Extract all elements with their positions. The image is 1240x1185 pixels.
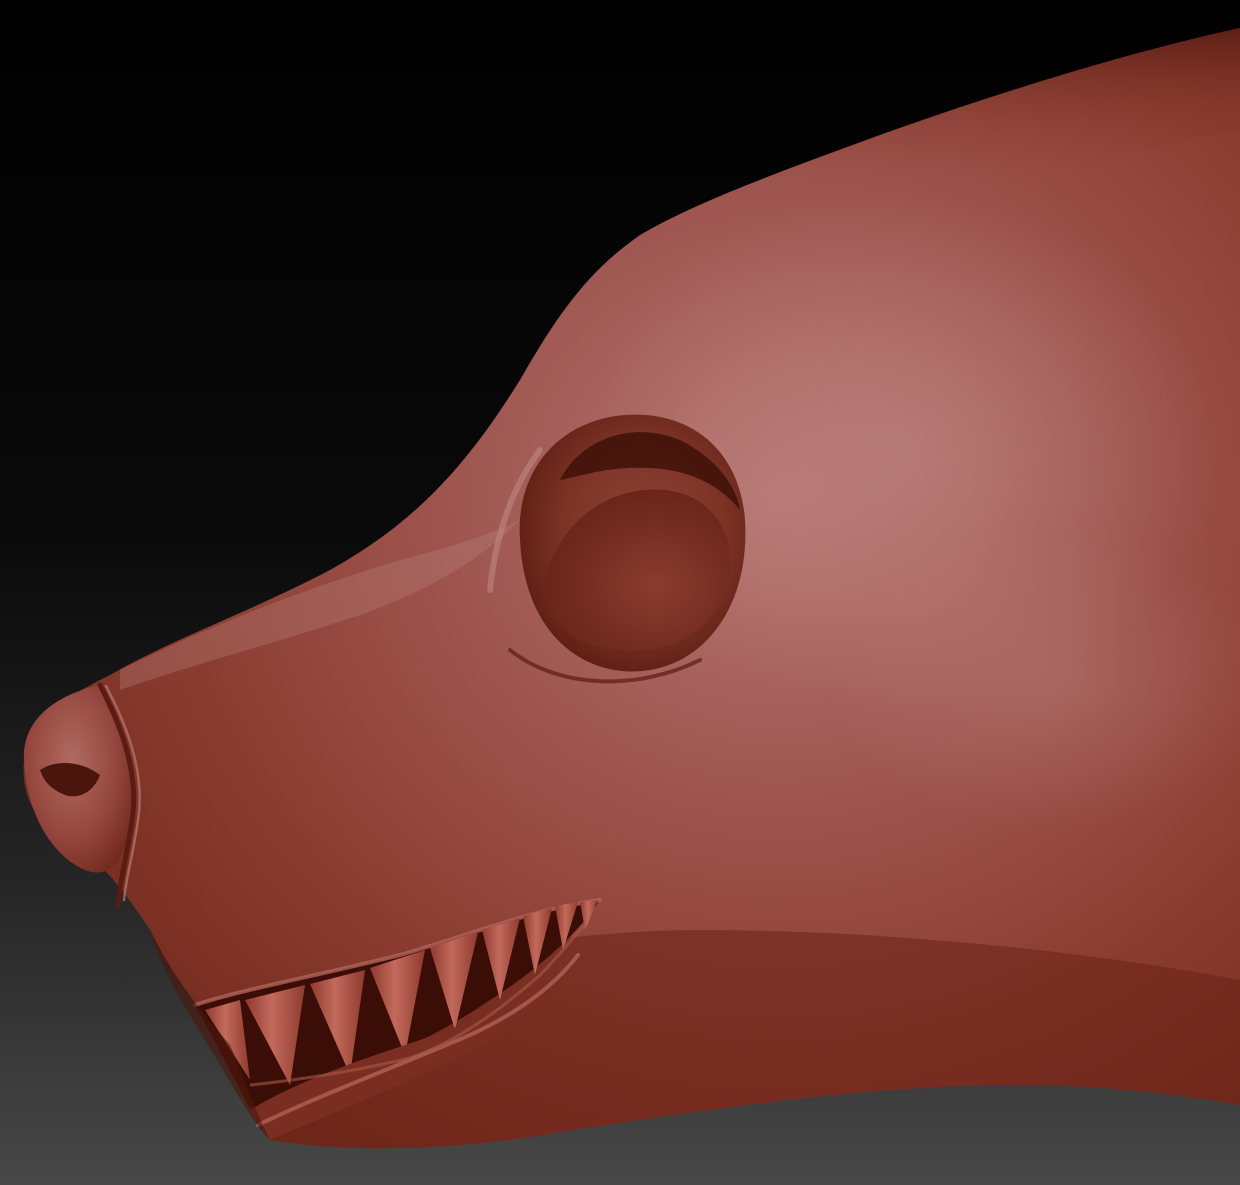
sculpt-viewport[interactable] <box>0 0 1240 1185</box>
sculpt-render <box>0 0 1240 1185</box>
